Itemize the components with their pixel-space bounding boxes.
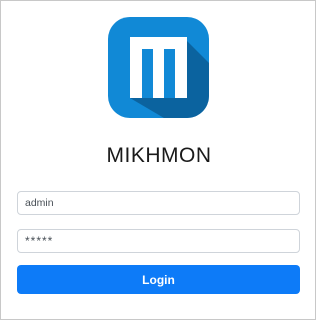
login-button[interactable]: Login [17,265,300,294]
login-card: MIKHMON Login [0,0,316,320]
password-input[interactable] [17,229,300,253]
username-input[interactable] [17,191,300,215]
app-title: MIKHMON [106,144,212,167]
mikhmon-logo-icon [108,17,209,118]
